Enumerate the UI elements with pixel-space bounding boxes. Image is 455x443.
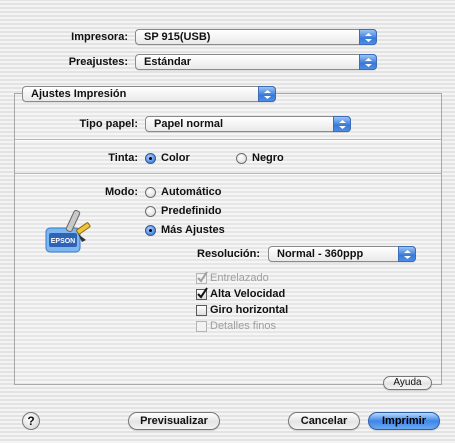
help-button[interactable]: ? — [22, 412, 40, 430]
mode-advanced-radio[interactable] — [145, 225, 156, 236]
ink-color-radio[interactable] — [145, 153, 156, 164]
epson-logo-text: EPSON — [51, 238, 76, 245]
panel-menu-value: Ajustes Impresión — [31, 88, 127, 100]
high-speed-checkbox[interactable] — [196, 287, 208, 300]
ink-color-label[interactable]: Color — [161, 152, 190, 164]
mode-label: Modo: — [105, 186, 138, 198]
ink-black-radio[interactable] — [236, 153, 247, 164]
paper-type-label: Tipo papel: — [79, 118, 138, 130]
resolution-label: Resolución: — [197, 248, 260, 260]
presets-select-value: Estándar — [144, 56, 192, 68]
flip-horizontal-checkbox[interactable] — [196, 305, 207, 316]
popup-arrows-icon — [258, 86, 276, 102]
ink-label: Tinta: — [108, 152, 138, 164]
ink-black-label[interactable]: Negro — [252, 152, 284, 164]
resolution-value: Normal - 360ppp — [277, 248, 364, 260]
popup-arrows-icon — [398, 246, 416, 262]
paper-type-select[interactable]: Papel normal — [145, 116, 351, 132]
mode-advanced-label[interactable]: Más Ajustes — [161, 224, 225, 236]
mode-predefined-label[interactable]: Predefinido — [161, 205, 222, 217]
paper-type-value: Papel normal — [154, 118, 224, 130]
popup-arrows-icon — [359, 54, 377, 70]
epson-settings-icon: EPSON — [40, 206, 96, 262]
separator — [15, 139, 441, 141]
fine-detail-checkbox — [196, 321, 207, 332]
popup-arrows-icon — [359, 29, 377, 45]
mode-auto-radio[interactable] — [145, 187, 156, 198]
popup-arrows-icon — [333, 116, 351, 132]
high-speed-label[interactable]: Alta Velocidad — [210, 288, 285, 300]
printer-select-value: SP 915(USB) — [144, 31, 211, 43]
printer-select[interactable]: SP 915(USB) — [135, 29, 377, 45]
presets-select[interactable]: Estándar — [135, 54, 377, 70]
preview-button[interactable]: Previsualizar — [128, 412, 220, 430]
flip-horizontal-label[interactable]: Giro horizontal — [210, 304, 288, 316]
interleave-checkbox — [196, 271, 208, 284]
print-button[interactable]: Imprimir — [368, 412, 440, 430]
interleave-label: Entrelazado — [210, 272, 269, 284]
cancel-button[interactable]: Cancelar — [288, 412, 360, 430]
printer-label: Impresora: — [71, 31, 128, 43]
mode-predefined-radio[interactable] — [145, 206, 156, 217]
ayuda-button[interactable]: Ayuda — [383, 376, 432, 390]
panel-menu-select[interactable]: Ajustes Impresión — [22, 86, 276, 102]
mode-auto-label[interactable]: Automático — [161, 186, 222, 198]
presets-label: Preajustes: — [68, 56, 128, 68]
resolution-select[interactable]: Normal - 360ppp — [268, 246, 416, 262]
fine-detail-label: Detalles finos — [210, 320, 277, 332]
separator — [15, 173, 441, 175]
